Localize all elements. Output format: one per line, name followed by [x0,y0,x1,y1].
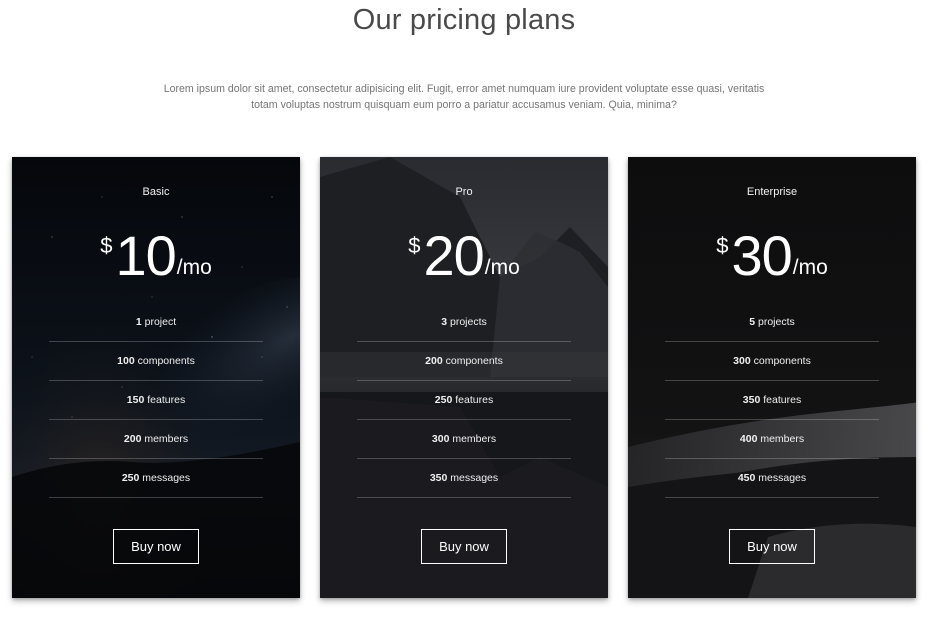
pricing-card-basic: Basic $ 10 /mo 1 project 100 components … [12,157,300,598]
feature-value: 350 [742,394,761,406]
feature-value: 400 [739,433,758,445]
feature-item: 450 messages [665,459,879,498]
plan-price: $ 20 /mo [320,225,608,287]
feature-label: messages [450,472,499,484]
feature-label: messages [758,472,807,484]
feature-value: 450 [737,472,756,484]
feature-item: 5 projects [665,303,879,342]
feature-label: features [763,394,802,406]
feature-value: 150 [126,394,145,406]
buy-now-button-pro[interactable]: Buy now [421,529,507,564]
plan-name: Enterprise [746,186,798,198]
feature-label: components [445,355,503,367]
feature-item: 200 components [357,342,571,381]
pricing-card-pro: Pro $ 20 /mo 3 projects 200 components 2… [320,157,608,598]
feature-item: 200 members [49,420,263,459]
feature-label: projects [450,316,487,328]
feature-list: 5 projects 300 components 350 features 4… [665,303,879,498]
feature-item: 350 messages [357,459,571,498]
feature-label: projects [758,316,795,328]
price-amount: 20 [423,224,484,287]
feature-value: 200 [123,433,142,445]
feature-item: 150 features [49,381,263,420]
feature-list: 1 project 100 components 150 features 20… [49,303,263,498]
price-currency: $ [100,233,113,258]
feature-value: 250 [434,394,453,406]
buy-now-button-basic[interactable]: Buy now [113,529,199,564]
price-currency: $ [716,233,729,258]
feature-item: 300 components [665,342,879,381]
buy-now-button-enterprise[interactable]: Buy now [729,529,815,564]
feature-value: 350 [429,472,448,484]
pricing-card-enterprise: Enterprise $ 30 /mo 5 projects 300 compo… [628,157,916,598]
feature-label: components [137,355,195,367]
feature-value: 250 [121,472,140,484]
feature-item: 100 components [49,342,263,381]
feature-value: 3 [441,316,448,328]
feature-label: members [144,433,189,445]
feature-item: 350 features [665,381,879,420]
feature-item: 250 features [357,381,571,420]
plan-price: $ 10 /mo [12,225,300,287]
price-currency: $ [408,233,421,258]
feature-item: 1 project [49,303,263,342]
feature-label: features [147,394,186,406]
price-period: /mo [792,256,828,279]
page-title: Our pricing plans [352,4,576,36]
feature-label: members [452,433,497,445]
feature-value: 100 [117,355,135,367]
price-period: /mo [484,256,520,279]
feature-item: 3 projects [357,303,571,342]
price-amount: 30 [731,224,792,287]
feature-label: components [753,355,811,367]
feature-value: 200 [425,355,443,367]
price-period: /mo [176,256,212,279]
feature-value: 300 [431,433,450,445]
page-subtitle: Lorem ipsum dolor sit amet, consectetur … [163,83,765,111]
feature-label: members [760,433,805,445]
plan-price: $ 30 /mo [628,225,916,287]
feature-value: 5 [749,316,756,328]
plan-name: Basic [142,186,170,198]
feature-value: 300 [733,355,751,367]
plan-name: Pro [455,186,473,198]
pricing-page: Our pricing plans Lorem ipsum dolor sit … [0,0,928,618]
feature-label: features [455,394,494,406]
price-amount: 10 [115,224,176,287]
feature-label: messages [142,472,191,484]
feature-list: 3 projects 200 components 250 features 3… [357,303,571,498]
feature-value: 1 [135,316,142,328]
feature-item: 300 members [357,420,571,459]
feature-item: 400 members [665,420,879,459]
feature-item: 250 messages [49,459,263,498]
feature-label: project [144,316,177,328]
